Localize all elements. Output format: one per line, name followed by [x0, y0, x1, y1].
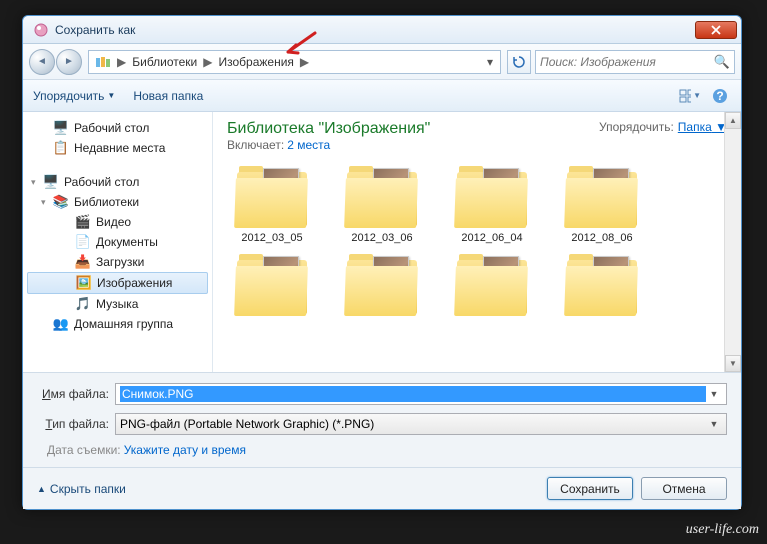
folder-label: 2012_03_06: [351, 232, 412, 244]
collapse-icon[interactable]: ▾: [31, 177, 36, 188]
chevron-right-icon: ▶: [115, 55, 128, 69]
folder-item[interactable]: [447, 250, 537, 320]
app-icon: [33, 22, 49, 38]
sidebar-item-libraries[interactable]: ▾📚Библиотеки: [23, 192, 212, 212]
filename-label: Имя файла:: [37, 387, 115, 401]
sidebar-item-documents[interactable]: 📄Документы: [23, 232, 212, 252]
close-button[interactable]: [695, 21, 737, 39]
folder-item[interactable]: [337, 250, 427, 320]
recent-icon: 📋: [53, 140, 69, 156]
folder-item[interactable]: [557, 250, 647, 320]
toolbar: Упорядочить ▼ Новая папка ▼ ?: [23, 80, 741, 112]
navbar: ◄ ► ▶ Библиотеки ▶ Изображения ▶ ▾ 🔍: [23, 44, 741, 80]
folder-label: 2012_06_04: [461, 232, 522, 244]
folder-label: 2012_03_05: [241, 232, 302, 244]
dropdown-arrow-icon[interactable]: ▼: [706, 389, 722, 399]
sidebar-item-homegroup[interactable]: 👥Домашняя группа: [23, 314, 212, 334]
sidebar-item-video[interactable]: 🎬Видео: [23, 212, 212, 232]
includes-link[interactable]: 2 места: [287, 138, 330, 152]
search-icon: 🔍: [714, 54, 730, 70]
organize-menu[interactable]: Упорядочить ▼: [33, 89, 115, 103]
libraries-icon: 📚: [53, 194, 69, 210]
collapse-icon[interactable]: ▾: [41, 197, 46, 208]
search-box[interactable]: 🔍: [535, 50, 735, 74]
dropdown-arrow-icon[interactable]: ▼: [706, 419, 722, 429]
forward-button[interactable]: ►: [56, 49, 82, 75]
homegroup-icon: 👥: [53, 316, 69, 332]
video-icon: 🎬: [75, 214, 91, 230]
address-dropdown[interactable]: ▾: [482, 55, 498, 69]
back-button[interactable]: ◄: [29, 49, 55, 75]
refresh-button[interactable]: [507, 50, 531, 74]
svg-text:?: ?: [716, 89, 723, 103]
download-icon: 📥: [75, 254, 91, 270]
watermark: user-life.com: [686, 522, 759, 538]
sidebar-item-desktop-root[interactable]: ▾🖥️Рабочий стол: [23, 172, 212, 192]
folder-item[interactable]: 2012_03_06: [337, 162, 427, 244]
chevron-right-icon: ▶: [201, 55, 214, 69]
sidebar-item-music[interactable]: 🎵Музыка: [23, 294, 212, 314]
cancel-button[interactable]: Отмена: [641, 477, 727, 500]
sidebar: 🖥️Рабочий стол 📋Недавние места ▾🖥️Рабочи…: [23, 112, 213, 372]
folder-item[interactable]: [227, 250, 317, 320]
library-includes: Включает: 2 места: [227, 138, 430, 152]
desktop-icon: 🖥️: [53, 120, 69, 136]
filename-input[interactable]: Снимок.PNG▼: [115, 383, 727, 405]
hide-folders-button[interactable]: ▲ Скрыть папки: [37, 482, 126, 496]
arrange-dropdown[interactable]: Папка ▼: [678, 120, 727, 134]
search-input[interactable]: [540, 55, 714, 69]
save-button[interactable]: Сохранить: [547, 477, 633, 500]
folder-label: 2012_08_06: [571, 232, 632, 244]
document-icon: 📄: [75, 234, 91, 250]
sidebar-item-desktop[interactable]: 🖥️Рабочий стол: [23, 118, 212, 138]
fields-panel: Имя файла: Снимок.PNG▼ Тип файла: PNG-фа…: [23, 372, 741, 467]
scroll-down-button[interactable]: ▼: [725, 355, 741, 372]
window-title: Сохранить как: [55, 23, 135, 37]
sidebar-item-images[interactable]: 🖼️Изображения: [27, 272, 208, 294]
save-dialog: Сохранить как ◄ ► ▶ Библиотеки ▶ Изображ…: [22, 15, 742, 510]
library-title: Библиотека "Изображения": [227, 120, 430, 138]
content-pane: Библиотека "Изображения" Включает: 2 мес…: [213, 112, 741, 372]
arrange-by: Упорядочить: Папка ▼: [599, 120, 727, 134]
breadcrumb-seg[interactable]: Библиотеки: [128, 53, 201, 71]
music-icon: 🎵: [75, 296, 91, 312]
sidebar-item-downloads[interactable]: 📥Загрузки: [23, 252, 212, 272]
date-link[interactable]: Укажите дату и время: [124, 443, 246, 457]
filetype-label: Тип файла:: [37, 417, 115, 431]
help-button[interactable]: ?: [709, 85, 731, 107]
scroll-up-button[interactable]: ▲: [725, 112, 741, 129]
footer: ▲ Скрыть папки Сохранить Отмена: [23, 467, 741, 509]
annotation-arrow-icon: [280, 30, 320, 60]
sidebar-item-recent[interactable]: 📋Недавние места: [23, 138, 212, 158]
filetype-select[interactable]: PNG-файл (Portable Network Graphic) (*.P…: [115, 413, 727, 435]
folder-item[interactable]: 2012_03_05: [227, 162, 317, 244]
new-folder-button[interactable]: Новая папка: [133, 89, 203, 103]
date-taken-field: Дата съемки: Укажите дату и время: [37, 443, 727, 457]
titlebar: Сохранить как: [23, 16, 741, 44]
images-icon: 🖼️: [76, 275, 92, 291]
scrollbar[interactable]: ▲ ▼: [724, 112, 741, 372]
desktop-icon: 🖥️: [43, 174, 59, 190]
view-button[interactable]: ▼: [679, 85, 701, 107]
folder-item[interactable]: 2012_08_06: [557, 162, 647, 244]
folder-item[interactable]: 2012_06_04: [447, 162, 537, 244]
library-icon: [95, 55, 111, 69]
